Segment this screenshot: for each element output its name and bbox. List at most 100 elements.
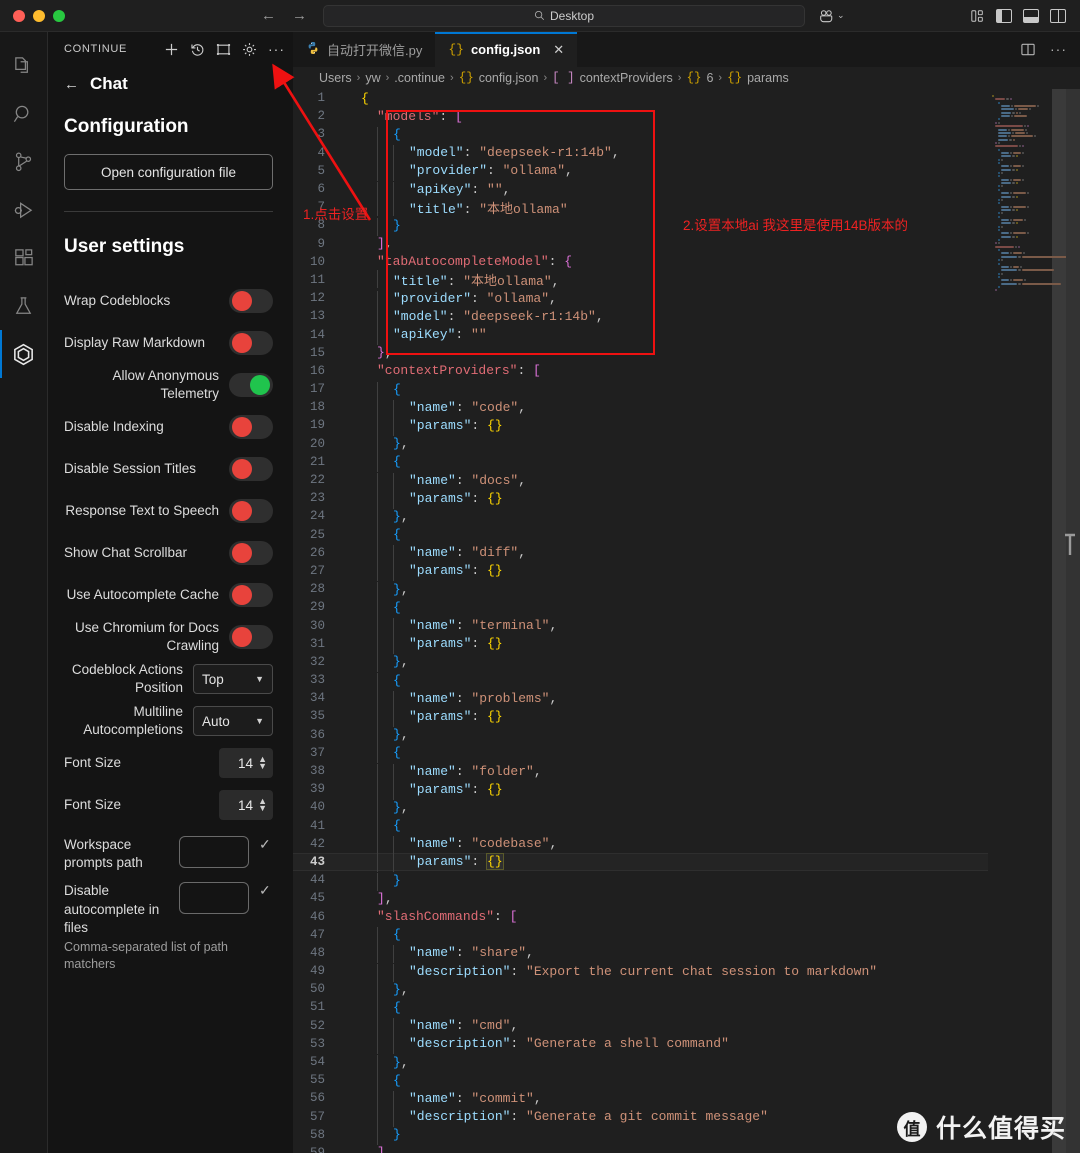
code-line[interactable]: 10 "tabAutocompleteModel": {	[293, 253, 1080, 271]
stepper-arrows[interactable]: ▲ ▼	[258, 797, 267, 813]
code-line[interactable]: 44}	[293, 871, 1080, 891]
sidebar-item-extensions[interactable]	[0, 234, 48, 282]
code-line[interactable]: 51 {	[293, 998, 1080, 1018]
code-line[interactable]: 27 "params": {}	[293, 562, 1080, 582]
setting-textfield[interactable]	[179, 882, 249, 915]
code-line[interactable]: 1{	[293, 89, 1080, 107]
setting-toggle[interactable]	[229, 289, 273, 313]
code-line[interactable]: 17 {	[293, 380, 1080, 400]
ellipsis-icon[interactable]: ···	[1050, 42, 1067, 57]
minimap-scrollbar[interactable]	[1052, 89, 1066, 1153]
go-back-icon[interactable]: ←	[261, 8, 276, 23]
setting-toggle[interactable]	[229, 457, 273, 481]
code-line[interactable]: 37 {	[293, 744, 1080, 764]
code-line[interactable]: 26 "name": "diff",	[293, 544, 1080, 564]
code-line[interactable]: 23 "params": {}	[293, 489, 1080, 509]
code-line[interactable]: 38 "name": "folder",	[293, 762, 1080, 782]
code-line[interactable]: 22 "name": "docs",	[293, 471, 1080, 491]
close-window-button[interactable]	[13, 9, 25, 22]
code-line[interactable]: 47 {	[293, 926, 1080, 946]
code-line[interactable]: 24},	[293, 507, 1080, 527]
minimap[interactable]	[988, 89, 1078, 1153]
code-line[interactable]: 35 "params": {}	[293, 707, 1080, 727]
toggle-secondary-sidebar-icon[interactable]	[1050, 8, 1066, 23]
command-center-search[interactable]: Desktop	[323, 4, 805, 27]
setting-toggle[interactable]	[229, 415, 273, 439]
setting-toggle[interactable]	[229, 541, 273, 565]
code-line[interactable]: 13 "model": "deepseek-r1:14b",	[293, 307, 1080, 327]
stepper-down-icon[interactable]: ▼	[258, 804, 267, 813]
code-line[interactable]: 40},	[293, 798, 1080, 818]
code-line[interactable]: 33 {	[293, 671, 1080, 691]
breadcrumb-segment[interactable]: Users	[319, 71, 352, 85]
sidebar-item-run-and-debug[interactable]	[0, 186, 48, 234]
code-line[interactable]: 43 "params": {}	[293, 853, 1080, 873]
setting-stepper[interactable]: 14 ▲ ▼	[219, 790, 273, 820]
code-line[interactable]: 39 "params": {}	[293, 780, 1080, 800]
code-line[interactable]: 50},	[293, 980, 1080, 1000]
code-line[interactable]: 52 "name": "cmd",	[293, 1017, 1080, 1037]
code-line[interactable]: 28},	[293, 580, 1080, 600]
code-line[interactable]: 21 {	[293, 453, 1080, 473]
minimize-window-button[interactable]	[33, 9, 45, 22]
code-line[interactable]: 4 "model": "deepseek-r1:14b",	[293, 144, 1080, 164]
code-line[interactable]: 34 "name": "problems",	[293, 689, 1080, 709]
confirm-check-icon[interactable]: ✓	[259, 836, 273, 853]
code-line[interactable]: 53 "description": "Generate a shell comma…	[293, 1035, 1080, 1055]
toggle-primary-sidebar-icon[interactable]	[996, 8, 1012, 23]
remote-indicator[interactable]: ⌄	[819, 8, 845, 23]
sidebar-item-search[interactable]	[0, 90, 48, 138]
code-line[interactable]: 18 "name": "code",	[293, 398, 1080, 418]
breadcrumb-segment[interactable]: contextProviders	[580, 71, 673, 85]
history-icon[interactable]	[190, 42, 205, 57]
breadcrumb-segment[interactable]: params	[747, 71, 789, 85]
code-line[interactable]: 2 "models": [	[293, 107, 1080, 125]
setting-toggle[interactable]	[229, 583, 273, 607]
breadcrumb-segment[interactable]: .continue	[394, 71, 445, 85]
confirm-check-icon[interactable]: ✓	[259, 882, 273, 899]
code-line[interactable]: 9],	[293, 235, 1080, 253]
editor-tab[interactable]: {} config.json ✕	[435, 32, 578, 67]
code-line[interactable]: 30 "name": "terminal",	[293, 616, 1080, 637]
code-line[interactable]: 6 "apiKey": "",	[293, 180, 1080, 200]
code-line[interactable]: 16 "contextProviders": [	[293, 362, 1080, 380]
toggle-panel-icon[interactable]	[1023, 8, 1039, 23]
code-line[interactable]: 11 "title": "本地ollama",	[293, 270, 1080, 289]
code-line[interactable]: 54},	[293, 1053, 1080, 1073]
code-line[interactable]: 41 {	[293, 817, 1080, 837]
sidebar-item-explorer[interactable]	[0, 42, 48, 90]
breadcrumb-segment[interactable]: yw	[365, 71, 380, 85]
code-line[interactable]: 25 {	[293, 526, 1080, 546]
code-line[interactable]: 36},	[293, 726, 1080, 746]
code-line[interactable]: 20},	[293, 435, 1080, 455]
code-line[interactable]: 31 "params": {}	[293, 635, 1080, 655]
setting-stepper[interactable]: 14 ▲ ▼	[219, 748, 273, 778]
expand-icon[interactable]	[216, 42, 231, 57]
stepper-down-icon[interactable]: ▼	[258, 762, 267, 771]
code-line[interactable]: 56 "name": "commit",	[293, 1089, 1080, 1109]
setting-toggle[interactable]	[229, 331, 273, 355]
code-line[interactable]: 32},	[293, 653, 1080, 673]
stepper-arrows[interactable]: ▲ ▼	[258, 755, 267, 771]
split-editor-icon[interactable]	[1020, 42, 1036, 57]
code-line[interactable]: 48 "name": "share",	[293, 944, 1080, 964]
setting-toggle[interactable]	[229, 499, 273, 523]
code-line[interactable]: 15},	[293, 344, 1080, 362]
code-editor[interactable]: 1{2 "models": [3{4 "model": "deepseek-r1:1…	[293, 89, 1080, 1153]
back-arrow-icon[interactable]: ←	[64, 76, 79, 93]
open-configuration-file-button[interactable]: Open configuration file	[64, 154, 273, 190]
setting-toggle[interactable]	[229, 373, 273, 397]
breadcrumb-segment[interactable]: 6	[706, 71, 713, 85]
window-controls[interactable]	[0, 9, 65, 22]
sidebar-item-continue[interactable]	[0, 330, 48, 378]
plus-icon[interactable]	[164, 42, 179, 57]
setting-select[interactable]: Auto ▼	[193, 706, 273, 736]
editor-tab[interactable]: 自动打开微信.py	[293, 32, 436, 67]
sidebar-item-testing[interactable]	[0, 282, 48, 330]
code-line[interactable]: 29 {	[293, 598, 1080, 618]
code-line[interactable]: 45],	[293, 889, 1080, 907]
code-line[interactable]: 42 "name": "codebase",	[293, 835, 1080, 855]
code-line[interactable]: 55 {	[293, 1071, 1080, 1091]
setting-toggle[interactable]	[229, 625, 273, 649]
go-forward-icon[interactable]: →	[292, 8, 307, 23]
